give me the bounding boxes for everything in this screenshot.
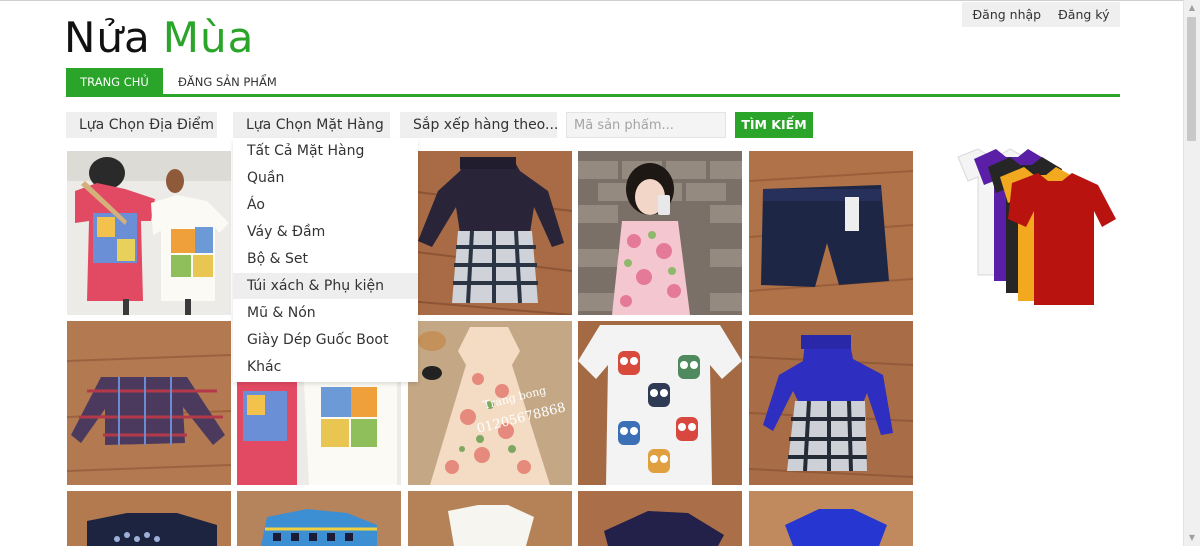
nav-underline bbox=[66, 94, 1120, 97]
register-link[interactable]: Đăng ký bbox=[1058, 7, 1109, 22]
category-option[interactable]: Áo bbox=[233, 192, 418, 218]
category-option[interactable]: Bộ & Set bbox=[233, 246, 418, 272]
product-image[interactable] bbox=[749, 151, 913, 315]
category-option-highlighted[interactable]: Túi xách & Phụ kiện bbox=[233, 273, 418, 299]
product-image[interactable] bbox=[67, 151, 231, 315]
nav-home-tab[interactable]: TRANG CHỦ bbox=[66, 68, 163, 96]
sort-select[interactable]: Sắp xếp hàng theo... bbox=[400, 112, 558, 138]
product-image[interactable] bbox=[67, 491, 231, 546]
tshirt-banner-ad[interactable] bbox=[948, 145, 1120, 310]
category-option[interactable]: Váy & Đầm bbox=[233, 219, 418, 245]
category-select[interactable]: Lựa Chọn Mặt Hàng bbox=[233, 112, 390, 138]
product-image[interactable] bbox=[408, 151, 572, 315]
product-image[interactable] bbox=[578, 491, 742, 546]
product-image[interactable] bbox=[408, 491, 572, 546]
vertical-scrollbar[interactable]: ▲ ▼ bbox=[1183, 0, 1200, 546]
auth-box: Đăng nhập Đăng ký bbox=[962, 2, 1120, 27]
product-image[interactable] bbox=[578, 321, 742, 485]
category-option[interactable]: Tất Cả Mặt Hàng bbox=[233, 138, 418, 164]
product-image[interactable] bbox=[237, 491, 401, 546]
product-image[interactable] bbox=[749, 491, 913, 546]
category-option[interactable]: Giày Dép Guốc Boot bbox=[233, 327, 418, 353]
scrollbar-thumb[interactable] bbox=[1187, 17, 1196, 141]
product-code-input[interactable] bbox=[566, 112, 726, 138]
arrow-up-icon[interactable]: ▲ bbox=[1184, 0, 1200, 16]
search-button[interactable]: TÌM KIẾM bbox=[735, 112, 813, 138]
product-image[interactable]: Trang bong 01205678868 bbox=[408, 321, 572, 485]
category-option[interactable]: Khác bbox=[233, 354, 418, 380]
product-image[interactable] bbox=[578, 151, 742, 315]
category-option[interactable]: Mũ & Nón bbox=[233, 300, 418, 326]
logo-word-2: Mùa bbox=[162, 13, 255, 62]
window-top-border bbox=[0, 0, 1200, 1]
location-select[interactable]: Lựa Chọn Địa Điểm bbox=[66, 112, 217, 138]
category-dropdown-menu: Tất Cả Mặt Hàng Quần Áo Váy & Đầm Bộ & S… bbox=[233, 138, 418, 382]
product-image[interactable] bbox=[749, 321, 913, 485]
arrow-down-icon[interactable]: ▼ bbox=[1184, 530, 1200, 546]
login-link[interactable]: Đăng nhập bbox=[973, 7, 1042, 22]
logo-word-1: Nửa bbox=[64, 13, 151, 62]
product-image[interactable] bbox=[67, 321, 231, 485]
nav-post-product-tab[interactable]: ĐĂNG SẢN PHẨM bbox=[178, 68, 277, 96]
category-option[interactable]: Quần bbox=[233, 165, 418, 191]
site-logo[interactable]: Nửa Mùa bbox=[64, 12, 254, 64]
